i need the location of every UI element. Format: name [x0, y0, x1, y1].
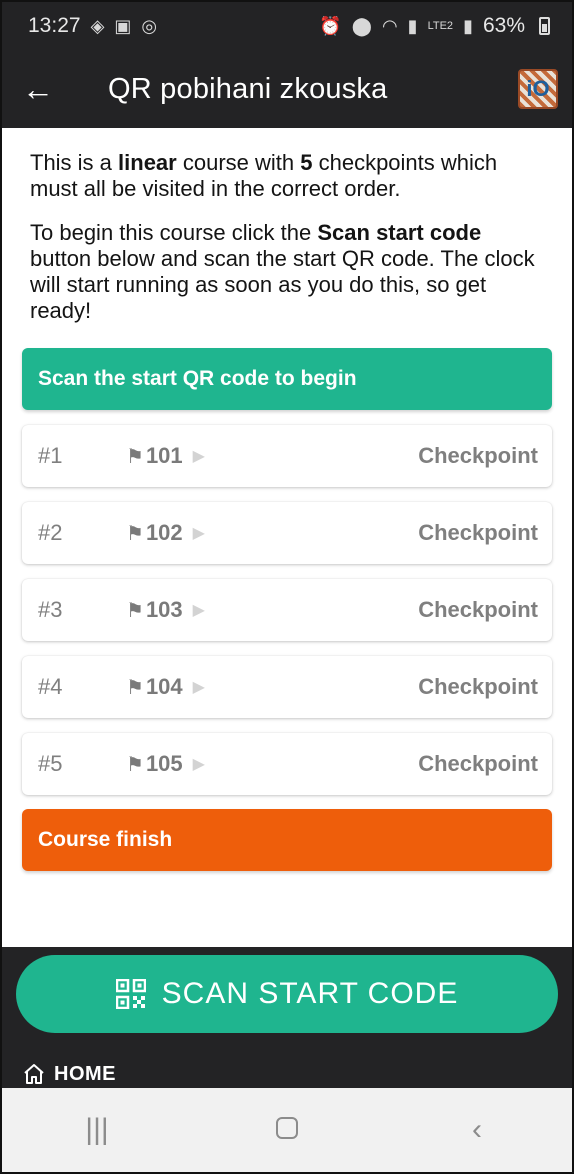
play-icon: ▶ [192, 448, 205, 465]
checkpoint-label: Checkpoint [418, 443, 538, 468]
flag-icon: ⚑ [126, 445, 144, 468]
play-icon: ▶ [192, 679, 205, 696]
checkpoint-code-value: 103 [145, 597, 183, 622]
checkpoint-code-value: 105 [145, 751, 183, 776]
signal-icon: ▮ [407, 15, 418, 36]
system-nav-bar: ||| ‹ [2, 1088, 572, 1172]
battery-percent: 63% [482, 14, 525, 37]
intro-text: course with [176, 150, 301, 175]
checkpoint-code: ⚑ 101 ▶ [126, 443, 214, 469]
back-arrow-icon[interactable]: ← [22, 71, 82, 108]
flag-icon: ⚑ [126, 753, 144, 776]
page-title: QR pobihani zkouska [108, 72, 388, 105]
checkpoint-code-value: 101 [145, 443, 183, 468]
signal-2-icon: ▮ [463, 15, 473, 36]
status-bar: 13:27 ◈ ▣ ◎ ⏰ ⬤ ◠ ▮ LTE2 ▮ 63% [2, 2, 572, 50]
checkpoint-row: #4 ⚑ 104 ▶ Checkpoint [22, 656, 552, 718]
checkpoint-number: #4 [38, 674, 63, 699]
intro-paragraph-1: This is a linear course with 5 checkpoin… [22, 150, 552, 202]
scan-start-code-button[interactable]: SCAN START CODE [16, 955, 558, 1033]
flag-icon: ⚑ [126, 676, 144, 699]
status-bar-left: 13:27 ◈ ▣ ◎ [28, 14, 157, 38]
checkpoint-row: #5 ⚑ 105 ▶ Checkpoint [22, 733, 552, 795]
gallery-icon: ▣ [114, 15, 132, 36]
checkpoint-row: #1 ⚑ 101 ▶ Checkpoint [22, 425, 552, 487]
intro-text: To begin this course click the [30, 220, 318, 245]
battery-icon [539, 17, 550, 35]
scan-start-code-mention: Scan start code [317, 220, 482, 245]
checkpoint-label: Checkpoint [418, 597, 538, 622]
start-banner: Scan the start QR code to begin [22, 348, 552, 410]
screen: 13:27 ◈ ▣ ◎ ⏰ ⬤ ◠ ▮ LTE2 ▮ 63% ← QR pobi… [0, 0, 574, 1174]
app-logo: iO [518, 69, 558, 109]
checkpoint-row: #2 ⚑ 102 ▶ Checkpoint [22, 502, 552, 564]
status-bar-right: ⏰ ⬤ ◠ ▮ LTE2 ▮ 63% [319, 14, 550, 38]
checkpoint-code: ⚑ 105 ▶ [126, 751, 214, 777]
bottom-action-area: SCAN START CODE HOME [2, 947, 572, 1091]
home-link[interactable]: HOME [2, 1059, 572, 1089]
course-type: linear [118, 150, 177, 175]
checkpoint-number: #5 [38, 751, 63, 776]
intro-paragraph-2: To begin this course click the Scan star… [22, 220, 552, 324]
checkpoint-number: #3 [38, 597, 63, 622]
intro-text: This is a [30, 150, 119, 175]
location-pin-icon: ⬤ [351, 15, 372, 36]
finish-banner: Course finish [22, 809, 552, 871]
qr-code-icon [115, 979, 146, 1009]
checkpoint-label: Checkpoint [418, 520, 538, 545]
checkpoint-code-value: 104 [145, 674, 183, 699]
whatsapp-icon: ◎ [141, 15, 158, 36]
intro-text: button below and scan the start QR code.… [30, 246, 535, 323]
home-nav-icon[interactable] [247, 1113, 327, 1147]
back-nav-icon[interactable]: ‹ [437, 1113, 517, 1147]
status-time: 13:27 [28, 14, 81, 37]
home-link-label: HOME [54, 1062, 116, 1085]
checkpoint-label: Checkpoint [418, 751, 538, 776]
app-bar: ← QR pobihani zkouska iO [2, 50, 572, 128]
location-share-icon: ◈ [90, 15, 105, 36]
flag-icon: ⚑ [126, 522, 144, 545]
scan-start-code-label: SCAN START CODE [161, 977, 459, 1010]
checkpoint-row: #3 ⚑ 103 ▶ Checkpoint [22, 579, 552, 641]
checkpoint-number: #2 [38, 520, 63, 545]
wifi-icon: ◠ [381, 15, 398, 36]
network-type-label: LTE2 [427, 20, 454, 32]
alarm-icon: ⏰ [319, 15, 342, 36]
checkpoint-code: ⚑ 104 ▶ [126, 674, 214, 700]
checkpoint-code: ⚑ 103 ▶ [126, 597, 214, 623]
flag-icon: ⚑ [126, 599, 144, 622]
checkpoint-code: ⚑ 102 ▶ [126, 520, 214, 546]
recent-apps-icon[interactable]: ||| [57, 1113, 137, 1147]
checkpoint-number: #1 [38, 443, 63, 468]
play-icon: ▶ [192, 756, 205, 773]
course-content: This is a linear course with 5 checkpoin… [2, 128, 572, 871]
checkpoint-label: Checkpoint [418, 674, 538, 699]
home-icon [24, 1064, 44, 1084]
play-icon: ▶ [192, 602, 205, 619]
play-icon: ▶ [192, 525, 205, 542]
checkpoint-code-value: 102 [145, 520, 183, 545]
checkpoint-count: 5 [300, 150, 313, 175]
